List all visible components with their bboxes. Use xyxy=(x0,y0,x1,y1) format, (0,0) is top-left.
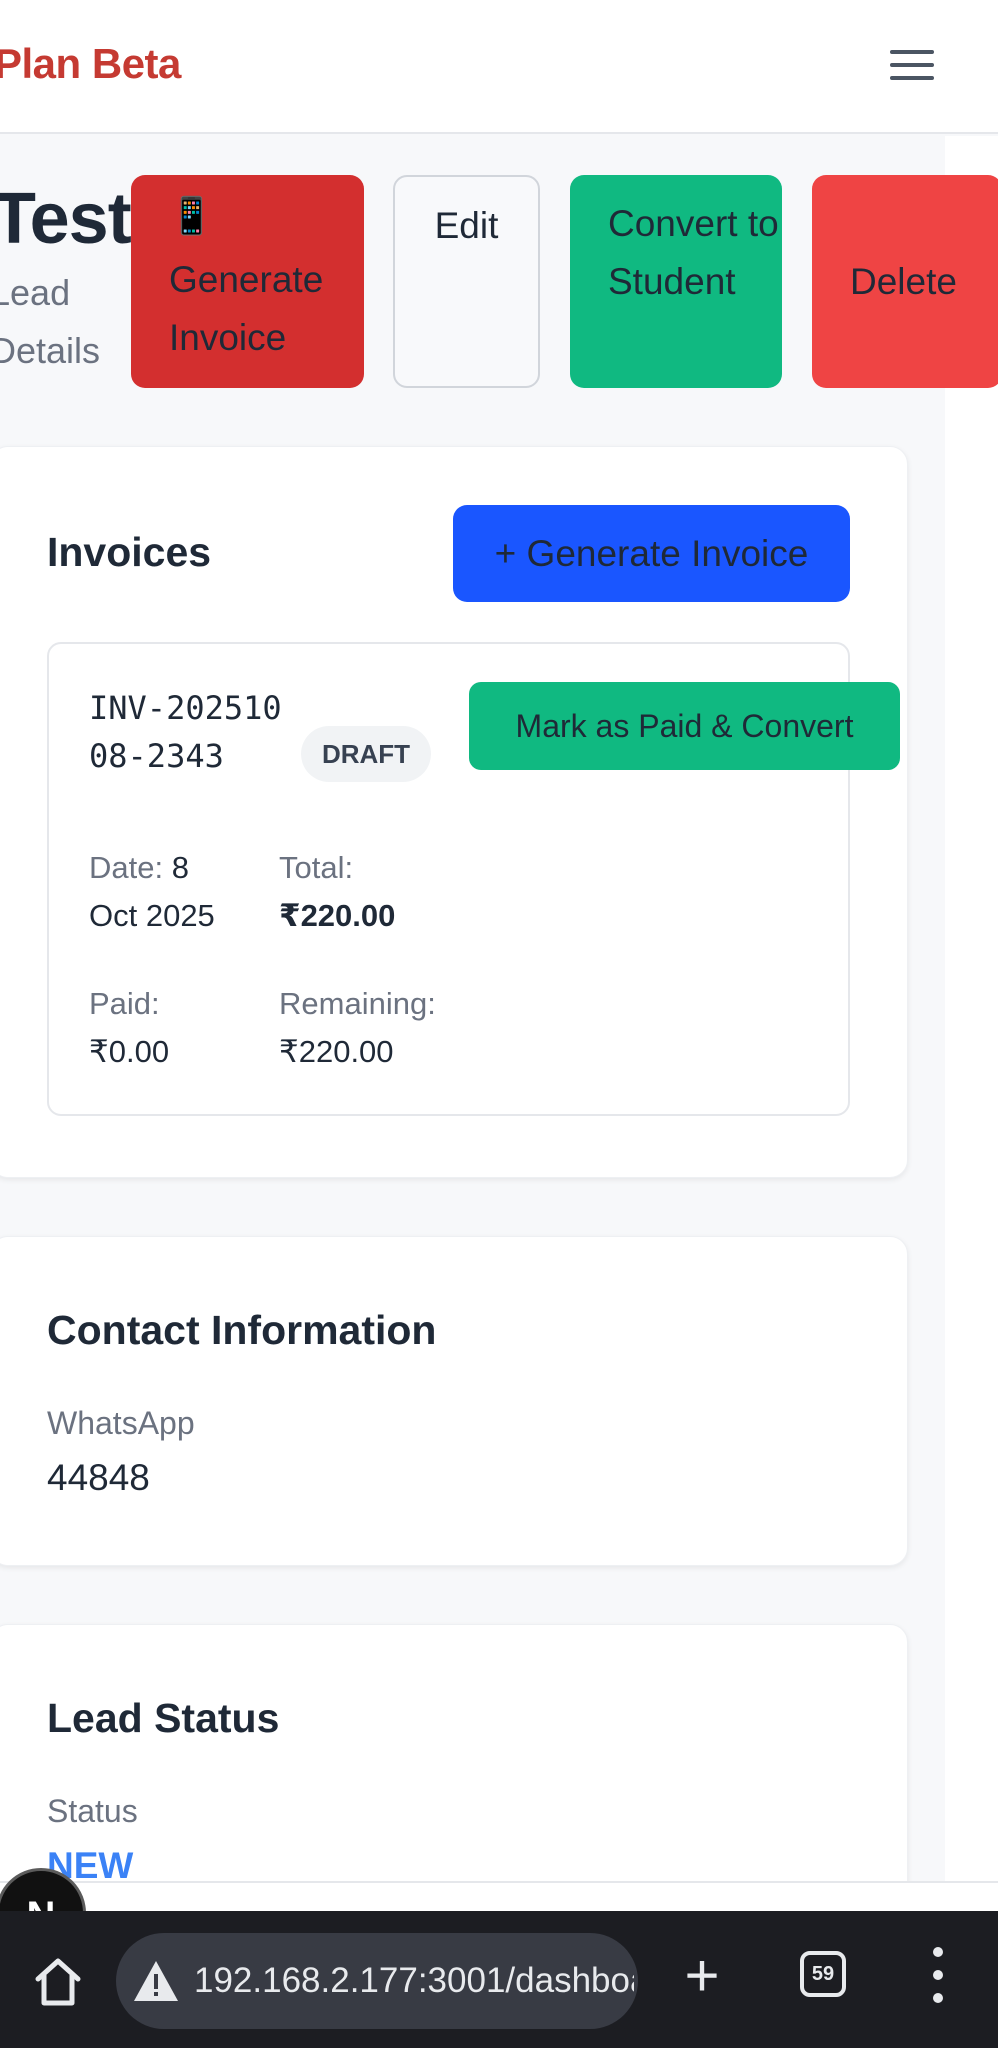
tab-switcher-icon[interactable]: 59 xyxy=(800,1951,846,1997)
lead-status-title: Lead Status xyxy=(47,1695,280,1741)
mobile-phone-icon: 📱 xyxy=(169,195,214,236)
contact-info-title: Contact Information xyxy=(47,1307,437,1353)
page: Plan Beta Test Lead Details 📱 Generate I… xyxy=(0,0,998,2048)
invoice-date-field: Date: 8 Oct 2025 xyxy=(89,844,239,940)
url-text: 192.168.2.177:3001/dashboa xyxy=(194,1961,634,2000)
menu-line xyxy=(890,63,934,67)
warning-icon xyxy=(132,1957,180,2005)
whatsapp-label: WhatsApp xyxy=(47,1405,195,1441)
dot xyxy=(933,1970,943,1980)
browser-toolbar: 192.168.2.177:3001/dashboa + 59 xyxy=(0,1911,998,2048)
invoice-remaining-label: Remaining: xyxy=(279,986,436,1021)
mark-paid-convert-button[interactable]: Mark as Paid & Convert xyxy=(469,682,900,770)
new-tab-plus-icon[interactable]: + xyxy=(676,1946,728,2006)
invoices-title: Invoices xyxy=(47,529,212,575)
status-label: Status xyxy=(47,1793,138,1829)
generate-invoice-button[interactable]: 📱 Generate Invoice xyxy=(131,175,364,388)
home-icon[interactable] xyxy=(30,1953,86,2009)
more-options-icon[interactable] xyxy=(930,1947,946,2007)
edit-button[interactable]: Edit xyxy=(393,175,540,388)
invoice-date-label: Date: xyxy=(89,850,164,885)
invoice-total-value: ₹220.00 xyxy=(279,898,396,933)
lead-subtitle: Lead Details xyxy=(0,272,101,371)
url-bar[interactable]: 192.168.2.177:3001/dashboa xyxy=(116,1933,638,2029)
generate-invoice-label: Generate Invoice xyxy=(169,259,324,358)
invoice-paid-label: Paid: xyxy=(89,986,160,1021)
dot xyxy=(933,1993,943,2003)
dot xyxy=(933,1947,943,1957)
menu-line xyxy=(890,50,934,54)
new-invoice-button[interactable]: + Generate Invoice xyxy=(453,505,850,602)
invoice-status-badge: DRAFT xyxy=(301,726,431,782)
brand-logo[interactable]: Plan Beta xyxy=(0,40,181,88)
invoice-item: INV-20251008-2343 DRAFT Mark as Paid & C… xyxy=(47,642,900,1116)
hamburger-menu-icon[interactable] xyxy=(884,46,940,88)
convert-to-student-button[interactable]: Convert to Student xyxy=(570,175,782,388)
invoice-total-label: Total: xyxy=(279,850,354,885)
contact-info-card: Contact Information WhatsApp 44848 xyxy=(0,1236,908,1566)
page-bottom-edge xyxy=(0,1881,998,1911)
invoice-paid-value: ₹0.00 xyxy=(89,1034,170,1069)
right-gutter xyxy=(945,136,998,1881)
delete-button[interactable]: Delete xyxy=(812,175,998,388)
invoice-total-field: Total: ₹220.00 xyxy=(279,844,479,940)
invoice-remaining-field: Remaining: ₹220.00 xyxy=(279,980,499,1076)
invoices-card: Invoices + Generate Invoice INV-20251008… xyxy=(0,446,908,1178)
invoice-remaining-value: ₹220.00 xyxy=(279,1034,394,1069)
top-navbar: Plan Beta xyxy=(0,0,998,134)
invoice-number: INV-20251008-2343 xyxy=(89,689,282,775)
invoice-paid-field: Paid: ₹0.00 xyxy=(89,980,249,1076)
whatsapp-value: 44848 xyxy=(47,1457,150,1498)
lead-name-title: Test xyxy=(0,179,132,259)
menu-line xyxy=(890,76,934,80)
